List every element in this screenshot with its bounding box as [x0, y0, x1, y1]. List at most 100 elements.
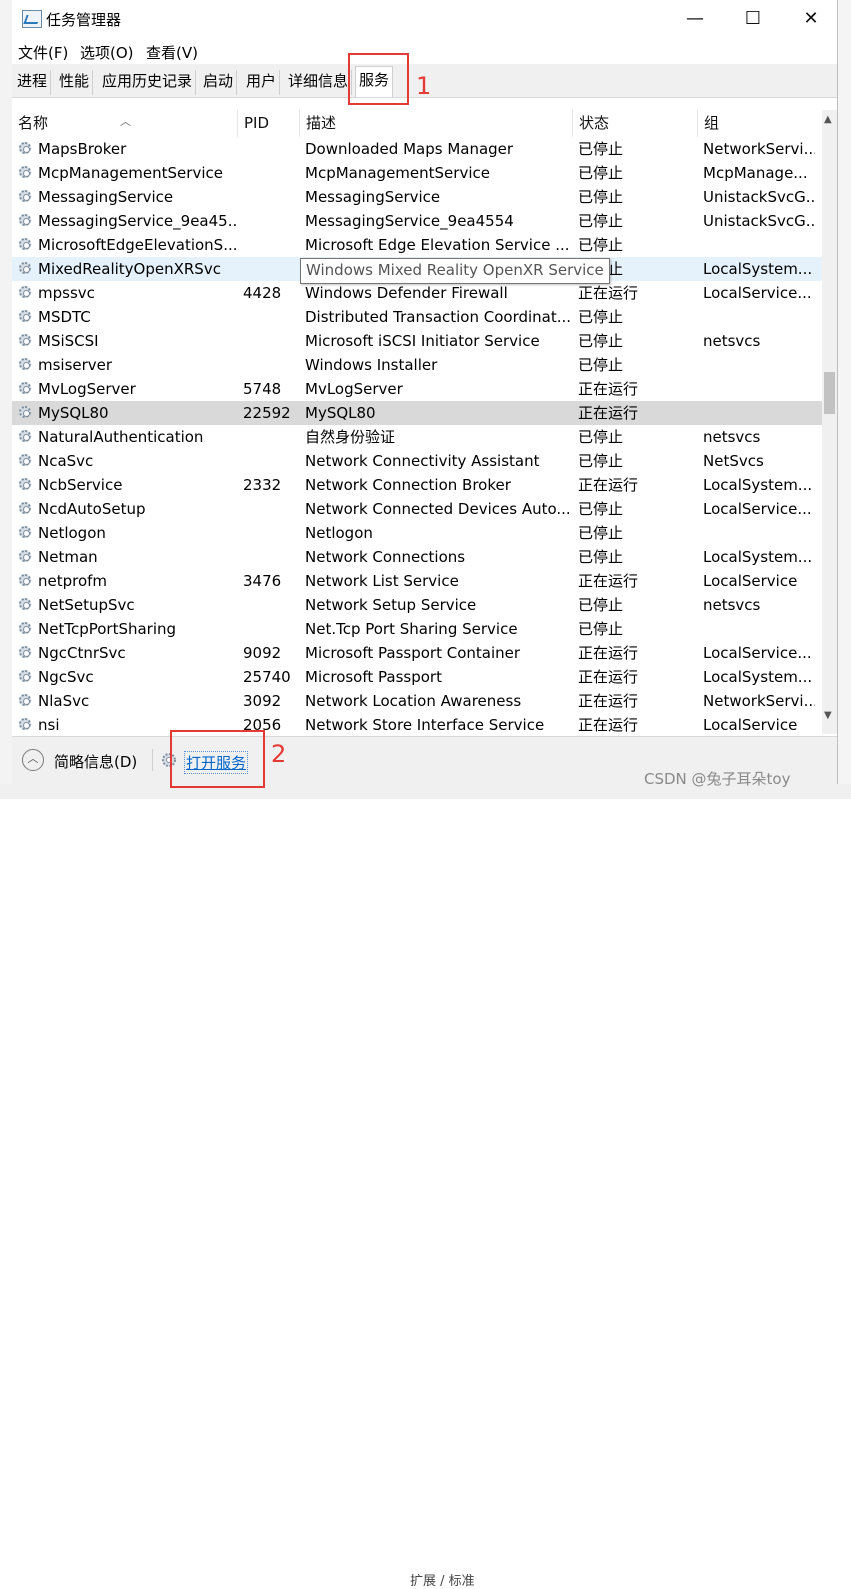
service-gear-icon — [18, 621, 34, 637]
service-name: msiserver — [38, 356, 113, 374]
table-row[interactable]: NaturalAuthentication 自然身份验证 已停止 netsvcs — [12, 425, 822, 449]
service-name-cell: MixedRealityOpenXRSvc — [18, 257, 238, 281]
service-name: MixedRealityOpenXRSvc — [38, 260, 221, 278]
table-row[interactable]: MicrosoftEdgeElevationS... Microsoft Edge… — [12, 233, 822, 257]
service-gear-icon — [18, 501, 34, 517]
service-status: 已停止 — [578, 236, 624, 254]
service-status: 已停止 — [578, 308, 624, 326]
service-description: Microsoft iSCSI Initiator Service — [305, 332, 540, 350]
maximize-button[interactable]: ☐ — [730, 4, 776, 34]
service-name: MSDTC — [38, 308, 91, 326]
service-name: NcbService — [38, 476, 123, 494]
table-row[interactable]: MySQL80 22592 MySQL80 正在运行 — [12, 401, 822, 425]
service-gear-icon — [18, 405, 34, 421]
service-description: Distributed Transaction Coordinat... — [305, 308, 570, 326]
table-row[interactable]: McpManagementService McpManagementService… — [12, 161, 822, 185]
task-manager-window: 任务管理器 — ☐ ✕ 文件(F) 选项(O) 查看(V) 进程 性能 应用历史… — [12, 0, 838, 788]
scrollbar-thumb[interactable] — [824, 372, 835, 414]
background-strip-right — [836, 0, 851, 799]
close-button[interactable]: ✕ — [788, 4, 834, 34]
tab-users[interactable]: 用户 — [243, 70, 281, 95]
service-name: NcdAutoSetup — [38, 500, 146, 518]
tab-processes[interactable]: 进程 — [14, 70, 52, 95]
service-pid: 3092 — [243, 692, 282, 710]
vertical-scrollbar[interactable]: ▲ ▼ — [822, 110, 837, 734]
tab-startup[interactable]: 启动 — [200, 70, 238, 95]
table-row[interactable]: MSDTC Distributed Transaction Coordinat..… — [12, 305, 822, 329]
table-row[interactable]: NlaSvc 3092 Network Location Awareness 正在运行… — [12, 689, 822, 713]
table-row[interactable]: MvLogServer 5748 MvLogServer 正在运行 — [12, 377, 822, 401]
less-details-link[interactable]: 简略信息(D) — [54, 751, 137, 772]
service-description: Network Connection Broker — [305, 476, 511, 494]
service-name: Netman — [38, 548, 98, 566]
service-description: Downloaded Maps Manager — [305, 140, 514, 158]
service-group: LocalSystem... — [703, 260, 813, 278]
tab-performance[interactable]: 性能 — [56, 70, 94, 95]
table-row[interactable]: MessagingService_9ea45... MessagingServic… — [12, 209, 822, 233]
table-row[interactable]: mpssvc 4428 Windows Defender Firewall 正在运行 L… — [12, 281, 822, 305]
service-pid — [243, 161, 298, 185]
service-group: UnistackSvcG... — [703, 188, 815, 206]
annotation-box-tab — [348, 53, 409, 105]
service-name-cell: MySQL80 — [18, 401, 238, 425]
tab-app-history[interactable]: 应用历史记录 — [99, 70, 197, 95]
annotation-box-open-services — [170, 730, 265, 788]
service-status: 已停止 — [578, 140, 624, 158]
service-status: 正在运行 — [578, 716, 639, 734]
column-header-status[interactable]: 状态 — [573, 110, 698, 137]
service-group: NetSvcs — [703, 452, 764, 470]
service-group: McpManage... — [703, 164, 808, 182]
service-group — [703, 353, 815, 377]
service-name: Netlogon — [38, 524, 106, 542]
table-row[interactable]: NgcSvc 25740 Microsoft Passport 正在运行 LocalSy… — [12, 665, 822, 689]
table-row[interactable]: NgcCtnrSvc 9092 Microsoft Passport Contain… — [12, 641, 822, 665]
table-row[interactable]: msiserver Windows Installer 已停止 — [12, 353, 822, 377]
service-status: 正在运行 — [578, 692, 639, 710]
service-pid: 3476 — [243, 572, 282, 590]
annotation-number-1: 1 — [416, 72, 432, 100]
service-pid — [243, 185, 298, 209]
service-gear-icon — [18, 189, 34, 205]
service-description: Net.Tcp Port Sharing Service — [305, 620, 518, 638]
service-gear-icon — [18, 693, 34, 709]
service-gear-icon — [18, 453, 34, 469]
service-group: LocalService — [703, 716, 798, 734]
table-row[interactable]: NcbService 2332 Network Connection Broker 正… — [12, 473, 822, 497]
service-pid: 9092 — [243, 644, 282, 662]
scroll-down-arrow-icon[interactable]: ▼ — [824, 710, 832, 721]
table-row[interactable]: nsi 2056 Network Store Interface Service 正在… — [12, 713, 822, 734]
service-name: MapsBroker — [38, 140, 127, 158]
minimize-button[interactable]: — — [672, 4, 718, 34]
table-row[interactable]: NetSetupSvc Network Setup Service 已停止 netsv… — [12, 593, 822, 617]
column-header-group[interactable]: 组 — [698, 110, 822, 137]
title-bar[interactable]: 任务管理器 — ☐ ✕ — [12, 0, 837, 38]
table-row[interactable]: MapsBroker Downloaded Maps Manager 已停止 Netw… — [12, 137, 822, 161]
service-description: Network Store Interface Service — [305, 716, 545, 734]
table-row[interactable]: MessagingService MessagingService 已停止 Unist… — [12, 185, 822, 209]
table-row[interactable]: MSiSCSI Microsoft iSCSI Initiator Service… — [12, 329, 822, 353]
service-name-cell: NetSetupSvc — [18, 593, 238, 617]
service-group — [703, 401, 815, 425]
service-name: NgcCtnrSvc — [38, 644, 126, 662]
services-rows: MapsBroker Downloaded Maps Manager 已停止 Netw… — [12, 137, 822, 734]
collapse-chevron-icon[interactable]: ︿ — [22, 749, 44, 771]
service-gear-icon — [18, 213, 34, 229]
service-group: LocalSystem... — [703, 668, 813, 686]
table-row[interactable]: NetTcpPortSharing Net.Tcp Port Sharing Se… — [12, 617, 822, 641]
column-header-pid[interactable]: PID — [238, 110, 300, 137]
menu-view[interactable]: 查看(V) — [146, 42, 198, 63]
column-header-name[interactable]: 名称 ︿ — [12, 110, 238, 137]
service-name: netprofm — [38, 572, 108, 590]
table-row[interactable]: NcdAutoSetup Network Connected Devices Au… — [12, 497, 822, 521]
service-gear-icon — [18, 645, 34, 661]
tab-details[interactable]: 详细信息 — [285, 70, 353, 95]
table-row[interactable]: NcaSvc Network Connectivity Assistant 已停止 N… — [12, 449, 822, 473]
table-row[interactable]: Netman Network Connections 已停止 LocalSystem.… — [12, 545, 822, 569]
scroll-up-arrow-icon[interactable]: ▲ — [824, 114, 832, 125]
menu-file[interactable]: 文件(F) — [18, 42, 68, 63]
column-header-description[interactable]: 描述 — [300, 110, 573, 137]
table-row[interactable]: netprofm 3476 Network List Service 正在运行 Loca… — [12, 569, 822, 593]
table-row[interactable]: Netlogon Netlogon 已停止 — [12, 521, 822, 545]
menu-options[interactable]: 选项(O) — [80, 42, 134, 63]
service-name: NlaSvc — [38, 692, 90, 710]
